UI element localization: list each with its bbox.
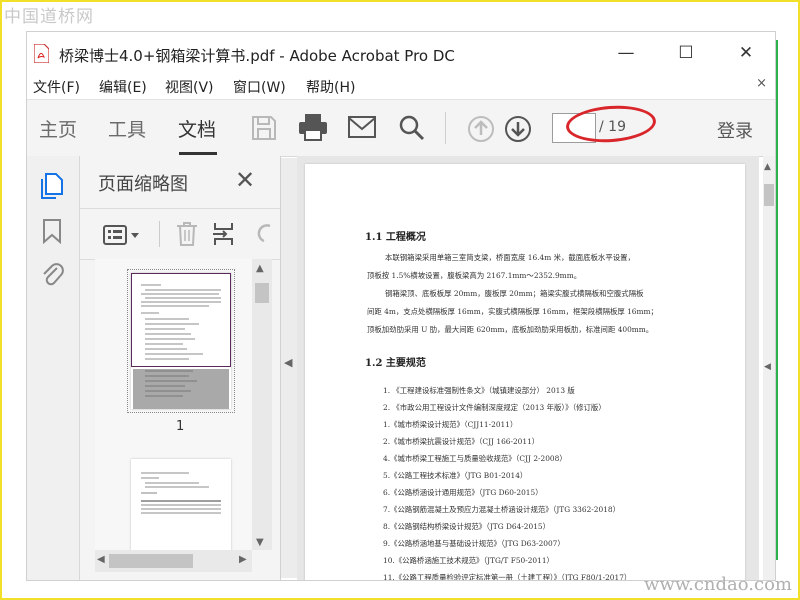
paragraph-line: 本联钢箱梁采用单箱三室简支梁，桥面宽度 16.4m 米，截面底板水平设置， xyxy=(385,253,635,262)
list-item: 5.《公路工程技术标准》（JTG B01-2014） xyxy=(383,471,528,480)
left-navigation-rail xyxy=(27,156,80,580)
next-page-icon[interactable] xyxy=(504,115,532,143)
list-item: 4.《城市桥梁工程施工与质量验收规范》（CJJ 2-2008） xyxy=(383,454,567,463)
doc-scroll-up-icon[interactable]: ▲ xyxy=(764,162,771,172)
document-scrollbar[interactable]: ▲ ◀ xyxy=(763,156,775,580)
login-button[interactable]: 登录 xyxy=(717,117,753,143)
background-window-edge xyxy=(775,40,778,560)
collapse-left-icon: ◀ xyxy=(284,356,293,369)
document-view[interactable]: 1.1 工程概况 本联钢箱梁采用单箱三室简支梁，桥面宽度 16.4m 米，截面底… xyxy=(297,156,759,580)
paragraph-line: 钢箱梁顶、底板板厚 20mm，腹板厚 20mm；箱梁实腹式横隔板和空腹式隔板 xyxy=(385,289,644,298)
collapse-left-panel-button[interactable]: ◀ xyxy=(281,158,297,578)
menu-edit[interactable]: 编辑(E) xyxy=(99,77,147,97)
tab-document[interactable]: 文档 xyxy=(178,115,216,142)
paragraph-line: 顶板按 1.5%横坡设置，腹板梁高为 2167.1mm～2352.9mm。 xyxy=(367,271,582,280)
list-item: 2.《城市桥梁抗震设计规范》（CJJ 166-2011） xyxy=(383,437,540,446)
list-item: 1.《城市桥梁设计规范》（CJJ11-2011） xyxy=(383,420,518,429)
maximize-button[interactable]: ☐ xyxy=(674,42,698,64)
thumbnail-scroll-thumb[interactable] xyxy=(255,283,269,303)
scroll-right-icon[interactable]: ▶ xyxy=(239,554,247,565)
window-title: 桥梁博士4.0+钢箱梁计算书.pdf - Adobe Acrobat Pro D… xyxy=(59,47,455,65)
list-item: 1. 《工程建设标准强制性条文》（城镇建设部分） 2013 版 xyxy=(383,386,575,395)
scroll-up-icon[interactable]: ▲ xyxy=(256,263,264,274)
list-item: 6.《公路桥涵设计通用规范》（JTG D60-2015） xyxy=(383,488,543,497)
panel-toolbar xyxy=(80,208,280,260)
watermark-top: 中国道桥网 xyxy=(4,7,94,27)
annotation-ellipse xyxy=(564,102,658,146)
thumbnail-text-lines xyxy=(141,472,221,514)
thumbnail-scrollbar[interactable]: ▲ ▼ xyxy=(252,259,272,550)
menu-close-document-button[interactable]: × xyxy=(756,76,767,91)
list-item: 2. 《市政公用工程设计文件编制深度规定（2013 年版）》（修订版） xyxy=(383,403,606,412)
menu-file[interactable]: 文件(F) xyxy=(33,77,80,97)
attachment-icon[interactable] xyxy=(40,260,64,288)
scroll-left-icon[interactable]: ◀ xyxy=(97,554,105,565)
panel-close-button[interactable]: ✕ xyxy=(235,166,255,194)
panel-title: 页面缩略图 xyxy=(98,174,188,195)
close-window-button[interactable]: ✕ xyxy=(734,42,758,64)
scroll-down-icon[interactable]: ▼ xyxy=(256,537,264,548)
insert-icon[interactable] xyxy=(212,221,238,247)
list-item: 7.《公路钢筋混凝土及预应力混凝土桥涵设计规范》（JTG 3362-2018） xyxy=(383,505,620,514)
tab-home[interactable]: 主页 xyxy=(39,115,77,142)
list-item: 10.《公路桥涵施工技术规范》（JTG/T F50-2011） xyxy=(383,556,554,565)
bookmark-icon[interactable] xyxy=(42,218,62,244)
doc-scroll-thumb[interactable] xyxy=(764,184,774,206)
watermark-bottom: www.cndao.com xyxy=(644,574,792,595)
acrobat-window: 桥梁博士4.0+钢箱梁计算书.pdf - Adobe Acrobat Pro D… xyxy=(27,32,775,580)
list-item: 9.《公路桥涵地基与基础设计规范》（JTG D63-2007） xyxy=(383,539,565,548)
active-tab-indicator xyxy=(179,152,217,155)
pdf-file-icon xyxy=(34,44,49,63)
menu-view[interactable]: 视图(V) xyxy=(165,77,214,97)
toolbar: 主页 工具 文档 / 19 登录 xyxy=(27,99,775,157)
toolbar-separator xyxy=(445,112,446,144)
expand-right-icon[interactable]: ◀ xyxy=(764,362,771,372)
thumbnail-page-2[interactable] xyxy=(131,459,231,550)
thumbnail-text-lines xyxy=(141,284,221,397)
section-heading: 1.1 工程概况 xyxy=(365,232,426,243)
mail-icon[interactable] xyxy=(347,115,377,139)
print-icon[interactable] xyxy=(297,112,329,142)
prev-page-icon[interactable] xyxy=(467,115,495,143)
thumbnail-list: 1 xyxy=(95,259,252,550)
search-icon[interactable] xyxy=(398,114,426,142)
tool-separator xyxy=(159,221,160,247)
menu-help[interactable]: 帮助(H) xyxy=(306,77,355,97)
pages-icon[interactable] xyxy=(40,172,64,200)
thumbnail-hscroll-thumb[interactable] xyxy=(109,554,193,568)
thumbnail-panel: 页面缩略图 ✕ 1 ▲ ▼ ◀ ▶ xyxy=(80,156,281,580)
menu-window[interactable]: 窗口(W) xyxy=(233,77,286,97)
menu-bar: 文件(F) 编辑(E) 视图(V) 窗口(W) 帮助(H) × xyxy=(27,74,775,98)
minimize-button[interactable]: — xyxy=(614,42,638,64)
list-item: 8.《公路钢结构桥梁设计规范》（JTG D64-2015） xyxy=(383,522,550,531)
options-icon[interactable] xyxy=(102,224,142,246)
undo-icon[interactable] xyxy=(256,223,276,245)
list-item: 11.《公路工程质量检验评定标准第一册（土建工程）》（JTG F80/1-201… xyxy=(383,573,632,580)
paragraph-line: 间距 4m，支点处横隔板厚 16mm，实腹式横隔板厚 16mm，框架段横隔板厚 … xyxy=(367,307,658,316)
delete-icon[interactable] xyxy=(175,221,199,247)
pdf-page: 1.1 工程概况 本联钢箱梁采用单箱三室简支梁，桥面宽度 16.4m 米，截面底… xyxy=(305,164,745,580)
thumbnail-page-number: 1 xyxy=(176,419,185,434)
save-icon[interactable] xyxy=(250,114,278,142)
tab-tools[interactable]: 工具 xyxy=(108,115,146,142)
paragraph-line: 顶板加劲肋采用 U 肋，最大间距 620mm，底板加劲肋采用板肋，标准间距 40… xyxy=(367,325,654,334)
thumbnail-page-1[interactable] xyxy=(127,269,235,413)
thumbnail-hscrollbar[interactable]: ◀ ▶ xyxy=(95,550,252,572)
section-heading: 1.2 主要规范 xyxy=(365,358,426,369)
title-bar: 桥梁博士4.0+钢箱梁计算书.pdf - Adobe Acrobat Pro D… xyxy=(27,32,775,74)
